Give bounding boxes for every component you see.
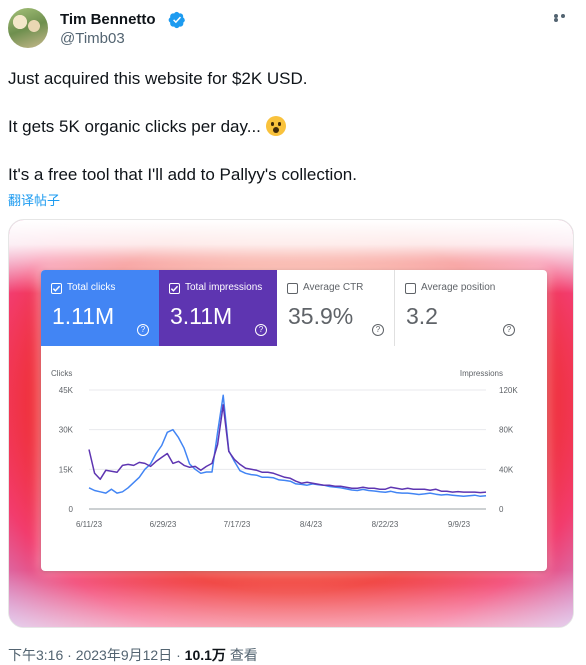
x-tick-label: 8/22/23 <box>372 520 399 529</box>
tweet-media-image[interactable]: Total clicks 1.11M ? Total impressions 3… <box>8 219 574 628</box>
right-tick-label: 40K <box>499 465 514 474</box>
checkbox-checked-icon[interactable] <box>169 283 180 294</box>
metric-label: Average CTR <box>303 282 364 293</box>
checkbox-unchecked-icon[interactable] <box>287 283 298 294</box>
tweet-line-2-text: It gets 5K organic clicks per day... <box>8 117 261 136</box>
tweet-line-1: Just acquired this website for $2K USD. <box>8 69 308 88</box>
translate-post-link[interactable]: 翻译帖子 <box>8 190 60 209</box>
tweet-line-3: It's a free tool that I'll add to Pallyy… <box>8 165 357 184</box>
metric-value: 3.2 <box>406 303 438 329</box>
views-label: 查看 <box>229 647 258 663</box>
astonished-face-icon <box>265 116 286 136</box>
metric-tile-total-impressions[interactable]: Total impressions 3.11M ? <box>159 270 277 346</box>
separator: · <box>67 647 72 663</box>
metric-label: Total clicks <box>67 282 116 293</box>
tweet-time[interactable]: 下午3:16 <box>8 647 63 663</box>
right-tick-label: 80K <box>499 426 514 435</box>
metric-label: Average position <box>421 282 496 293</box>
metric-value: 35.9% <box>288 303 354 329</box>
left-tick-label: 0 <box>69 505 74 514</box>
metric-label: Total impressions <box>185 282 263 293</box>
help-icon[interactable]: ? <box>255 324 267 336</box>
more-options-icon[interactable] <box>554 14 574 24</box>
tweet-header: Tim Bennetto @Timb03 <box>8 8 578 52</box>
performance-chart-svg: Clicks Impressions 45K 120K 30K 80K 15K 40K 0 0… <box>51 369 518 529</box>
tweet-line-2: It gets 5K organic clicks per day... <box>8 116 568 138</box>
separator: · <box>176 647 181 663</box>
metric-value: 1.11M <box>52 303 115 329</box>
help-icon[interactable]: ? <box>372 324 384 336</box>
x-tick-label: 6/29/23 <box>150 520 177 529</box>
right-tick-label: 0 <box>499 505 504 514</box>
left-tick-label: 45K <box>59 386 74 395</box>
tweet-meta: 下午3:16 · 2023年9月12日 · 10.1万 查看 <box>8 645 258 665</box>
series-line-clicks <box>88 394 487 498</box>
view-count: 10.1万 <box>184 647 226 663</box>
x-tick-label: 9/9/23 <box>448 520 471 529</box>
left-tick-label: 15K <box>59 465 74 474</box>
metric-value: 3.11M <box>170 303 233 329</box>
checkbox-unchecked-icon[interactable] <box>405 283 416 294</box>
x-tick-label: 7/17/23 <box>224 520 251 529</box>
author-name[interactable]: Tim Bennetto <box>60 11 156 28</box>
series-line-impressions <box>88 404 487 494</box>
help-icon[interactable]: ? <box>503 324 515 336</box>
metric-tile-average-position[interactable]: Average position 3.2 ? <box>395 270 525 346</box>
help-icon[interactable]: ? <box>137 324 149 336</box>
x-tick-label: 6/11/23 <box>76 520 103 529</box>
right-axis-label: Impressions <box>460 369 503 378</box>
author-handle[interactable]: @Timb03 <box>60 30 125 47</box>
right-tick-label: 120K <box>499 386 518 395</box>
verified-badge-icon <box>168 11 185 29</box>
checkbox-checked-icon[interactable] <box>51 283 62 294</box>
tweet-date[interactable]: 2023年9月12日 <box>76 647 173 663</box>
left-axis-label: Clicks <box>51 369 72 378</box>
metric-tiles: Total clicks 1.11M ? Total impressions 3… <box>41 270 547 346</box>
x-tick-label: 8/4/23 <box>300 520 323 529</box>
avatar[interactable] <box>8 8 48 48</box>
metric-tile-total-clicks[interactable]: Total clicks 1.11M ? <box>41 270 159 346</box>
search-console-card: Total clicks 1.11M ? Total impressions 3… <box>41 270 547 571</box>
metric-tile-average-ctr[interactable]: Average CTR 35.9% ? <box>277 270 395 346</box>
left-tick-label: 30K <box>59 426 74 435</box>
tweet-text: Just acquired this website for $2K USD. … <box>8 68 568 186</box>
performance-chart: Clicks Impressions 45K 120K 30K 80K 15K 40K 0 0… <box>41 346 547 571</box>
